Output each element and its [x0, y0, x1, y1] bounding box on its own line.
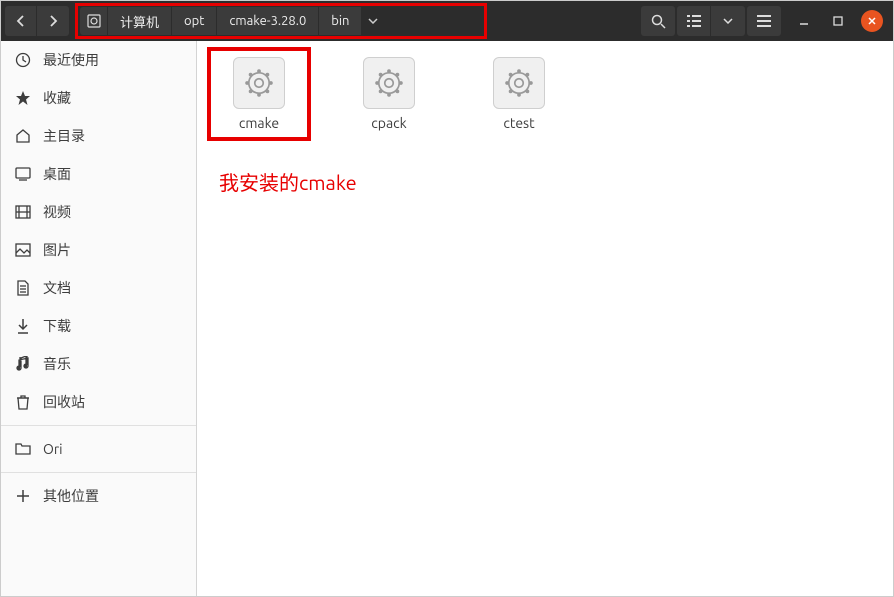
sidebar-item-folder[interactable]: Ori	[1, 430, 196, 468]
menu-button[interactable]	[747, 6, 781, 36]
breadcrumb-segment[interactable]: cmake-3.28.0	[217, 7, 319, 35]
nav-forward-button[interactable]	[37, 6, 69, 36]
sidebar-item-label: 文档	[43, 278, 71, 298]
sidebar-item-label: 收藏	[43, 88, 71, 108]
sidebar-item-download[interactable]: 下载	[1, 307, 196, 345]
sidebar-item-label: 桌面	[43, 164, 71, 184]
sidebar-item-label: 回收站	[43, 392, 85, 412]
sidebar-item-label: 音乐	[43, 354, 71, 374]
file-item-cmake[interactable]: cmake	[219, 57, 299, 131]
sidebar-item-star[interactable]: 收藏	[1, 79, 196, 117]
video-icon	[15, 204, 31, 220]
sidebar-separator	[1, 425, 196, 426]
disk-icon[interactable]	[80, 7, 108, 35]
breadcrumb-segment[interactable]: opt	[172, 7, 217, 35]
breadcrumb-dropdown[interactable]	[362, 7, 384, 35]
sidebar-item-label: 其他位置	[43, 486, 99, 506]
sidebar-item-music[interactable]: 音乐	[1, 345, 196, 383]
annotation-text: 我安装的cmake	[219, 167, 357, 196]
nav-back-button[interactable]	[5, 6, 37, 36]
image-icon	[15, 242, 31, 258]
sidebar-separator	[1, 472, 196, 473]
sidebar-item-clock[interactable]: 最近使用	[1, 41, 196, 79]
doc-icon	[15, 280, 31, 296]
sidebar-item-other[interactable]: 其他位置	[1, 477, 196, 515]
view-dropdown-button[interactable]	[711, 6, 745, 36]
search-button[interactable]	[641, 6, 675, 36]
sidebar-item-label: 视频	[43, 202, 71, 222]
executable-icon	[233, 57, 285, 109]
window-maximize-button[interactable]	[827, 10, 849, 32]
download-icon	[15, 318, 31, 334]
plus-icon	[15, 488, 31, 504]
file-item-cpack[interactable]: cpack	[349, 57, 429, 131]
file-item-ctest[interactable]: ctest	[479, 57, 559, 131]
sidebar-item-video[interactable]: 视频	[1, 193, 196, 231]
clock-icon	[15, 52, 31, 68]
music-icon	[15, 356, 31, 372]
file-label: cmake	[239, 115, 279, 131]
breadcrumb-segment[interactable]: 计算机	[108, 7, 172, 35]
sidebar-item-image[interactable]: 图片	[1, 231, 196, 269]
executable-icon	[363, 57, 415, 109]
executable-icon	[493, 57, 545, 109]
desktop-icon	[15, 166, 31, 182]
trash-icon	[15, 394, 31, 410]
file-content-area: cmake cpack ctest 我安装的cmake	[197, 41, 893, 596]
breadcrumb: 计算机 opt cmake-3.28.0 bin	[75, 3, 487, 39]
sidebar-item-label: 最近使用	[43, 50, 99, 70]
file-label: cpack	[371, 115, 406, 131]
sidebar-item-desktop[interactable]: 桌面	[1, 155, 196, 193]
sidebar-item-label: 图片	[43, 240, 71, 260]
window-close-button[interactable]	[861, 10, 883, 32]
breadcrumb-segment[interactable]: bin	[319, 7, 362, 35]
sidebar-item-home[interactable]: 主目录	[1, 117, 196, 155]
sidebar-item-trash[interactable]: 回收站	[1, 383, 196, 421]
file-label: ctest	[503, 115, 534, 131]
home-icon	[15, 128, 31, 144]
sidebar: 最近使用收藏主目录桌面视频图片文档下载音乐回收站 Ori 其他位置	[1, 41, 197, 596]
sidebar-item-label: 下载	[43, 316, 71, 336]
star-icon	[15, 90, 31, 106]
sidebar-item-label: Ori	[43, 441, 63, 457]
window-minimize-button[interactable]	[793, 10, 815, 32]
sidebar-item-doc[interactable]: 文档	[1, 269, 196, 307]
view-list-button[interactable]	[677, 6, 711, 36]
folder-icon	[15, 441, 31, 457]
sidebar-item-label: 主目录	[43, 126, 85, 146]
